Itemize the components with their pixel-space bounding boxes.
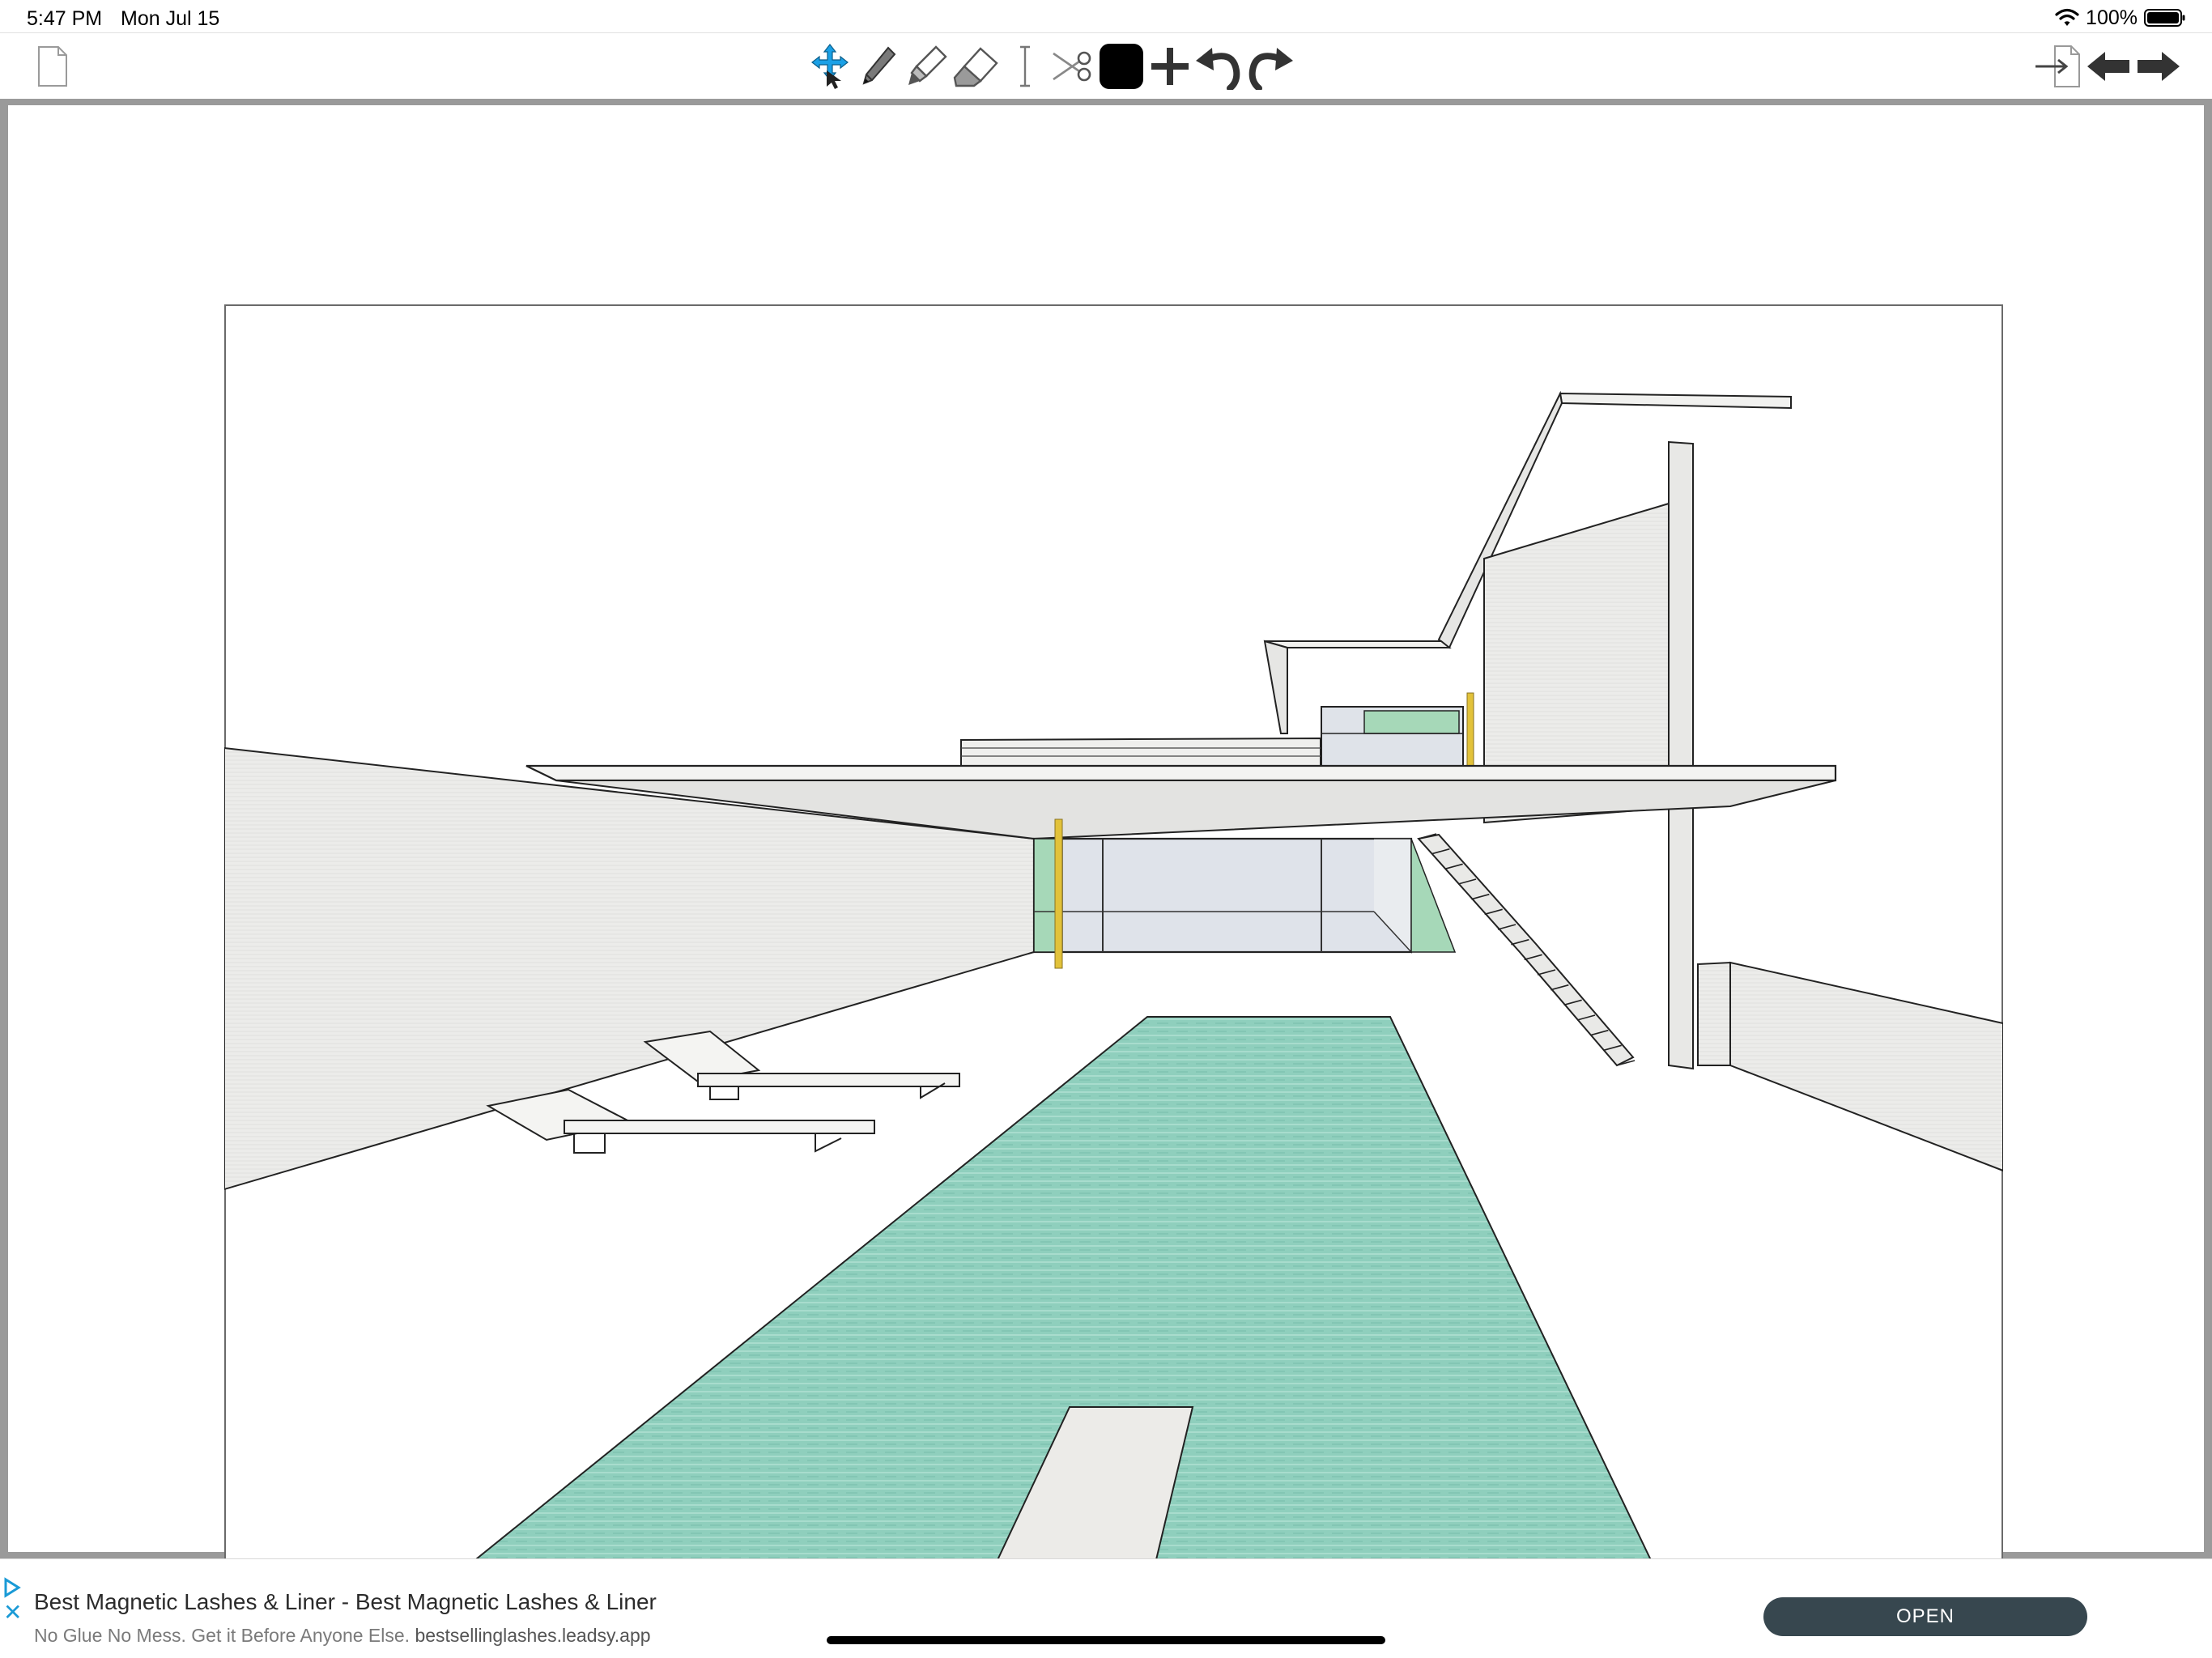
drawing-toolbar	[0, 32, 2212, 99]
marker-tool-button[interactable]	[904, 33, 952, 100]
new-page-button[interactable]	[32, 33, 71, 100]
pencil-tool-icon	[859, 45, 898, 88]
move-tool-icon	[810, 43, 849, 90]
text-tool-button[interactable]	[1010, 33, 1040, 100]
next-page-icon	[2136, 50, 2181, 83]
undo-button[interactable]	[1193, 33, 1244, 100]
ad-choices-icon[interactable]	[3, 1577, 21, 1602]
redo-button[interactable]	[1245, 33, 1295, 100]
architectural-sketch	[224, 304, 2003, 1658]
ad-description-text: No Glue No Mess. Get it Before Anyone El…	[34, 1625, 410, 1646]
next-page-button[interactable]	[2134, 33, 2183, 100]
export-page-icon	[2034, 45, 2081, 88]
add-icon	[1151, 48, 1189, 85]
pencil-tool-button[interactable]	[857, 33, 900, 100]
ad-description: No Glue No Mess. Get it Before Anyone El…	[34, 1624, 651, 1647]
status-date: Mon Jul 15	[121, 7, 220, 30]
eraser-tool-icon	[953, 45, 1000, 87]
ad-domain: bestsellinglashes.leadsy.app	[415, 1625, 651, 1646]
marker-tool-icon	[905, 45, 951, 88]
status-indicators: 100%	[2055, 5, 2186, 31]
text-tool-icon	[1018, 45, 1032, 88]
status-time: 5:47 PM	[27, 7, 103, 30]
status-bar: 5:47 PM Mon Jul 15 100%	[0, 0, 2212, 32]
color-swatch	[1098, 42, 1145, 91]
eraser-tool-button[interactable]	[952, 33, 1001, 100]
home-indicator[interactable]	[827, 1636, 1385, 1644]
redo-icon	[1246, 43, 1295, 90]
previous-page-button[interactable]	[2084, 33, 2133, 100]
ad-close-icon[interactable]: ✕	[3, 1601, 22, 1624]
color-swatch-button[interactable]	[1096, 33, 1146, 100]
undo-icon	[1194, 43, 1243, 90]
scissors-tool-button[interactable]	[1051, 33, 1093, 100]
move-tool-button[interactable]	[808, 33, 852, 100]
drawing-canvas[interactable]	[8, 105, 2204, 1658]
wifi-icon	[2055, 8, 2079, 28]
ad-title[interactable]: Best Magnetic Lashes & Liner - Best Magn…	[34, 1588, 657, 1616]
canvas-frame	[0, 99, 2212, 1658]
battery-percent: 100%	[2086, 6, 2138, 29]
battery-icon	[2144, 8, 2186, 28]
new-page-icon	[36, 45, 68, 87]
ad-open-button[interactable]: OPEN	[1763, 1597, 2087, 1636]
export-page-button[interactable]	[2032, 33, 2082, 100]
scissors-tool-icon	[1052, 49, 1092, 84]
previous-page-icon	[2086, 50, 2131, 83]
add-button[interactable]	[1148, 33, 1192, 100]
